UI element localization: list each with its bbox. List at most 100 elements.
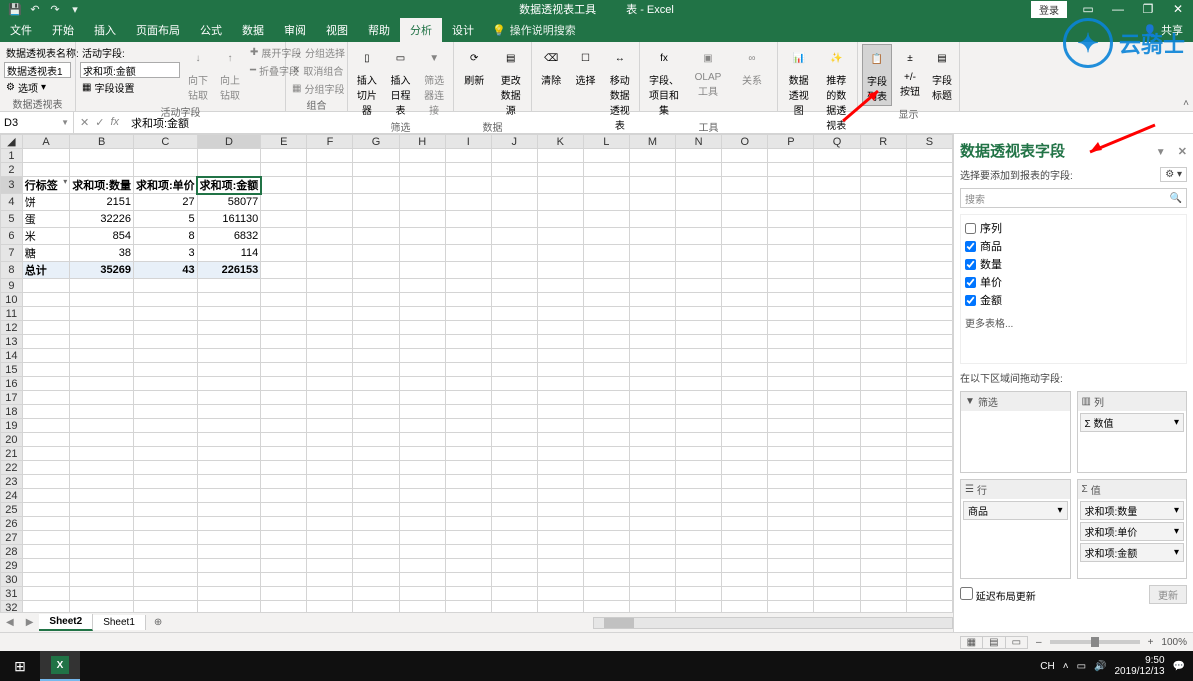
cell[interactable] bbox=[353, 531, 399, 545]
normal-view-icon[interactable]: ▦ bbox=[960, 636, 983, 649]
cell[interactable] bbox=[307, 419, 353, 433]
cell[interactable] bbox=[197, 587, 261, 601]
cell[interactable] bbox=[860, 194, 906, 211]
cell[interactable] bbox=[353, 587, 399, 601]
cell[interactable] bbox=[676, 587, 722, 601]
cell[interactable] bbox=[814, 573, 860, 587]
cell[interactable] bbox=[445, 377, 491, 391]
field-item[interactable]: 数量 bbox=[965, 255, 1182, 273]
cell[interactable] bbox=[399, 531, 445, 545]
cell[interactable]: 2151 bbox=[70, 194, 134, 211]
more-tables-link[interactable]: 更多表格... bbox=[965, 315, 1182, 330]
cell[interactable] bbox=[629, 262, 675, 279]
cell[interactable] bbox=[307, 177, 353, 194]
cell[interactable]: 蛋 bbox=[22, 211, 70, 228]
cell[interactable] bbox=[261, 447, 307, 461]
cell[interactable] bbox=[676, 517, 722, 531]
cell[interactable] bbox=[768, 587, 814, 601]
cell[interactable] bbox=[261, 177, 307, 194]
cell[interactable] bbox=[307, 475, 353, 489]
cell[interactable] bbox=[22, 321, 70, 335]
cell[interactable]: 总计 bbox=[22, 262, 70, 279]
cell[interactable] bbox=[537, 405, 583, 419]
cell[interactable] bbox=[353, 349, 399, 363]
tab-design[interactable]: 设计 bbox=[442, 18, 484, 42]
cell[interactable] bbox=[814, 601, 860, 613]
cell[interactable] bbox=[491, 573, 537, 587]
cell[interactable] bbox=[70, 531, 134, 545]
cell[interactable] bbox=[537, 335, 583, 349]
cell[interactable] bbox=[906, 177, 952, 194]
cell[interactable] bbox=[261, 335, 307, 349]
cell[interactable] bbox=[70, 307, 134, 321]
cell[interactable]: 43 bbox=[133, 262, 197, 279]
cell[interactable] bbox=[353, 391, 399, 405]
cell[interactable] bbox=[814, 447, 860, 461]
cell[interactable] bbox=[906, 349, 952, 363]
cell[interactable] bbox=[491, 433, 537, 447]
cell[interactable] bbox=[261, 587, 307, 601]
tab-help[interactable]: 帮助 bbox=[358, 18, 400, 42]
cell[interactable] bbox=[197, 475, 261, 489]
cell[interactable] bbox=[629, 149, 675, 163]
cell[interactable] bbox=[814, 475, 860, 489]
cell[interactable] bbox=[70, 363, 134, 377]
sheet-tab-sheet1[interactable]: Sheet1 bbox=[93, 615, 146, 630]
cell[interactable] bbox=[133, 307, 197, 321]
cell[interactable] bbox=[768, 559, 814, 573]
cell[interactable] bbox=[906, 194, 952, 211]
row-header[interactable]: 18 bbox=[1, 405, 23, 419]
cell[interactable] bbox=[491, 545, 537, 559]
cell[interactable] bbox=[860, 447, 906, 461]
defer-layout-checkbox[interactable]: 延迟布局更新 bbox=[960, 587, 1036, 603]
cell[interactable] bbox=[197, 461, 261, 475]
row-header[interactable]: 17 bbox=[1, 391, 23, 405]
cell[interactable] bbox=[722, 391, 768, 405]
cell[interactable] bbox=[133, 363, 197, 377]
cell[interactable] bbox=[70, 461, 134, 475]
cell[interactable] bbox=[768, 531, 814, 545]
field-checkbox[interactable] bbox=[965, 277, 976, 288]
cell[interactable] bbox=[537, 545, 583, 559]
cell[interactable] bbox=[353, 447, 399, 461]
cell[interactable] bbox=[860, 475, 906, 489]
column-header[interactable]: H bbox=[399, 135, 445, 149]
clock[interactable]: 9:502019/12/13 bbox=[1114, 655, 1164, 677]
cell[interactable] bbox=[353, 363, 399, 377]
move-pivot-button[interactable]: ↔移动数据透视表 bbox=[605, 44, 635, 134]
cell[interactable] bbox=[261, 194, 307, 211]
column-header[interactable]: I bbox=[445, 135, 491, 149]
cell[interactable] bbox=[22, 363, 70, 377]
cell[interactable] bbox=[261, 503, 307, 517]
row-header[interactable]: 24 bbox=[1, 489, 23, 503]
cell[interactable] bbox=[491, 211, 537, 228]
cell[interactable] bbox=[629, 531, 675, 545]
cell[interactable] bbox=[583, 573, 629, 587]
column-header[interactable]: L bbox=[583, 135, 629, 149]
cell[interactable] bbox=[860, 503, 906, 517]
row-header[interactable]: 15 bbox=[1, 363, 23, 377]
cell[interactable] bbox=[906, 279, 952, 293]
cell[interactable] bbox=[537, 559, 583, 573]
cell[interactable] bbox=[491, 245, 537, 262]
cell[interactable] bbox=[22, 293, 70, 307]
field-list-button[interactable]: 📋字段列表 bbox=[862, 44, 892, 106]
cell[interactable] bbox=[537, 163, 583, 177]
cell[interactable] bbox=[491, 391, 537, 405]
cell[interactable] bbox=[399, 461, 445, 475]
row-header[interactable]: 29 bbox=[1, 559, 23, 573]
cell[interactable] bbox=[133, 149, 197, 163]
cell[interactable] bbox=[133, 293, 197, 307]
column-header[interactable]: M bbox=[629, 135, 675, 149]
minimize-icon[interactable]: — bbox=[1103, 0, 1133, 18]
cell[interactable] bbox=[814, 177, 860, 194]
cell[interactable] bbox=[491, 363, 537, 377]
cell[interactable] bbox=[353, 433, 399, 447]
cell[interactable] bbox=[814, 279, 860, 293]
cell[interactable] bbox=[197, 447, 261, 461]
cell[interactable] bbox=[261, 245, 307, 262]
field-headers-button[interactable]: ▤字段标题 bbox=[928, 44, 956, 104]
cell[interactable] bbox=[768, 363, 814, 377]
field-checkbox[interactable] bbox=[965, 259, 976, 270]
cell[interactable]: 161130 bbox=[197, 211, 261, 228]
